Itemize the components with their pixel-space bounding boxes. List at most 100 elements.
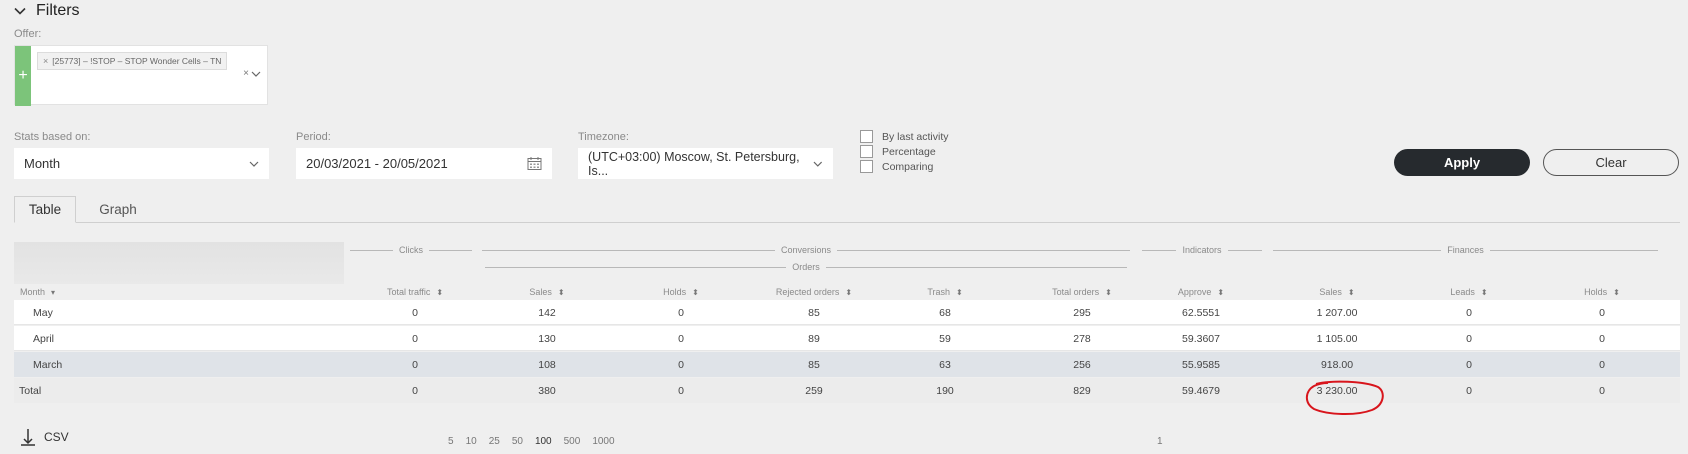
page-size-option[interactable]: 1000 (592, 436, 614, 447)
sort-icon: ⬍ (1105, 287, 1112, 297)
period-input[interactable]: 20/03/2021 - 20/05/2021 (296, 148, 552, 179)
col-rejected-orders[interactable]: Rejected orders ⬍ (752, 286, 876, 298)
filters-toggle[interactable]: Filters (14, 0, 80, 22)
tab-table[interactable]: Table (14, 196, 76, 223)
filters-title: Filters (36, 2, 80, 19)
offer-label: Offer: (14, 28, 42, 40)
cell: 55.9585 (1182, 358, 1220, 371)
sort-icon: ⬍ (955, 287, 963, 297)
page-size-option[interactable]: 500 (564, 436, 581, 447)
cell: 0 (678, 384, 684, 397)
cell: 0 (412, 332, 418, 345)
group-conversions: Conversions (482, 245, 1130, 255)
plus-icon: + (18, 67, 28, 84)
col-fin-sales[interactable]: Sales ⬍ (1280, 286, 1394, 298)
timezone-value: (UTC+03:00) Moscow, St. Petersburg, Is..… (588, 149, 800, 178)
sort-icon: ⬍ (1347, 287, 1355, 297)
col-total-orders[interactable]: Total orders ⬍ (1020, 286, 1144, 298)
checkbox-by-last-activity[interactable]: By last activity (860, 129, 949, 144)
cell: 0 (1599, 358, 1605, 371)
checkbox[interactable] (860, 145, 873, 158)
sort-icon: ⬍ (845, 287, 853, 297)
col-month[interactable]: Month ▾ (20, 286, 80, 298)
cell: 68 (939, 306, 951, 319)
cell: 142 (538, 306, 556, 319)
cell: 62.5551 (1182, 306, 1220, 319)
col-sales[interactable]: Sales ⬍ (490, 286, 604, 298)
checkbox-comparing[interactable]: Comparing (860, 159, 949, 174)
col-total-traffic[interactable]: Total traffic ⬍ (354, 286, 476, 298)
cell-month: March (33, 358, 63, 371)
clear-button[interactable]: Clear (1543, 149, 1679, 176)
cell: 0 (1466, 306, 1472, 319)
page-size-option[interactable]: 50 (512, 436, 523, 447)
cell: 1 207.00 (1316, 306, 1358, 319)
offer-select[interactable]: + × [25773] – !STOP – STOP Wonder Cells … (14, 45, 268, 106)
calendar-icon[interactable] (527, 156, 542, 171)
cell: 59 (939, 332, 951, 345)
checkbox-percentage[interactable]: Percentage (860, 144, 949, 159)
cell: 0 (1599, 332, 1605, 345)
page-size-option[interactable]: 10 (466, 436, 477, 447)
cell: 380 (538, 384, 556, 397)
cell-total-label: Total (19, 384, 42, 397)
cell: 63 (939, 358, 951, 371)
col-approve[interactable]: Approve ⬍ (1144, 286, 1258, 298)
cell: 0 (1466, 358, 1472, 371)
page-size-option[interactable]: 5 (448, 436, 454, 447)
page-size-selector: 5 10 25 50 100 500 1000 (448, 436, 615, 447)
add-offer-button[interactable]: + (15, 46, 31, 106)
sort-icon: ⬍ (1217, 287, 1225, 297)
checkbox[interactable] (860, 130, 873, 143)
cell: 0 (678, 332, 684, 345)
offer-tag: × [25773] – !STOP – STOP Wonder Cells – … (37, 52, 228, 70)
sort-icon: ⬍ (557, 287, 565, 297)
cell: 259 (805, 384, 823, 397)
group-clicks: Clicks (350, 245, 472, 255)
group-orders: Orders (485, 262, 1128, 272)
chevron-down-icon (14, 7, 26, 15)
cell: 0 (1466, 384, 1472, 397)
page-size-option[interactable]: 25 (489, 436, 500, 447)
chevron-down-icon (249, 161, 259, 167)
chevron-down-icon[interactable] (251, 69, 261, 79)
page-number[interactable]: 1 (1157, 436, 1163, 447)
sort-desc-icon: ▾ (51, 287, 56, 297)
cell: 829 (1073, 384, 1091, 397)
cell: 89 (808, 332, 820, 345)
apply-button[interactable]: Apply (1394, 149, 1530, 176)
cell: 0 (1466, 332, 1472, 345)
sort-icon: ⬍ (692, 287, 699, 297)
cell: 0 (1599, 384, 1605, 397)
stats-select[interactable]: Month (14, 148, 269, 179)
cell: 85 (808, 358, 820, 371)
timezone-label: Timezone: (578, 131, 629, 143)
col-fin-holds[interactable]: Holds ⬍ (1545, 286, 1659, 298)
cell: 190 (936, 384, 954, 397)
annotation-circle (1305, 380, 1384, 415)
csv-export-button[interactable]: CSV (20, 428, 69, 446)
period-value: 20/03/2021 - 20/05/2021 (306, 156, 448, 171)
cell: 0 (412, 384, 418, 397)
cell: 108 (538, 358, 556, 371)
cell: 295 (1073, 306, 1091, 319)
cell-month: April (33, 332, 55, 345)
tabs-divider (14, 222, 1680, 223)
cell: 0 (412, 358, 418, 371)
offer-tag-label: [25773] – !STOP – STOP Wonder Cells – TN (52, 56, 222, 66)
period-label: Period: (296, 131, 331, 143)
page-size-option-selected[interactable]: 100 (535, 436, 552, 447)
clear-offer-icon[interactable]: × (243, 68, 249, 79)
col-leads[interactable]: Leads ⬍ (1412, 286, 1526, 298)
sort-icon: ⬍ (1613, 287, 1620, 297)
tab-graph[interactable]: Graph (84, 196, 152, 223)
group-finances: Finances (1273, 245, 1658, 255)
col-holds[interactable]: Holds ⬍ (624, 286, 738, 298)
col-trash[interactable]: Trash ⬍ (888, 286, 1002, 298)
download-icon (21, 429, 35, 446)
remove-tag-icon[interactable]: × (43, 56, 48, 66)
checkbox[interactable] (860, 160, 873, 173)
timezone-select[interactable]: (UTC+03:00) Moscow, St. Petersburg, Is..… (578, 148, 833, 179)
cell: 0 (412, 306, 418, 319)
chevron-down-icon (813, 161, 823, 167)
